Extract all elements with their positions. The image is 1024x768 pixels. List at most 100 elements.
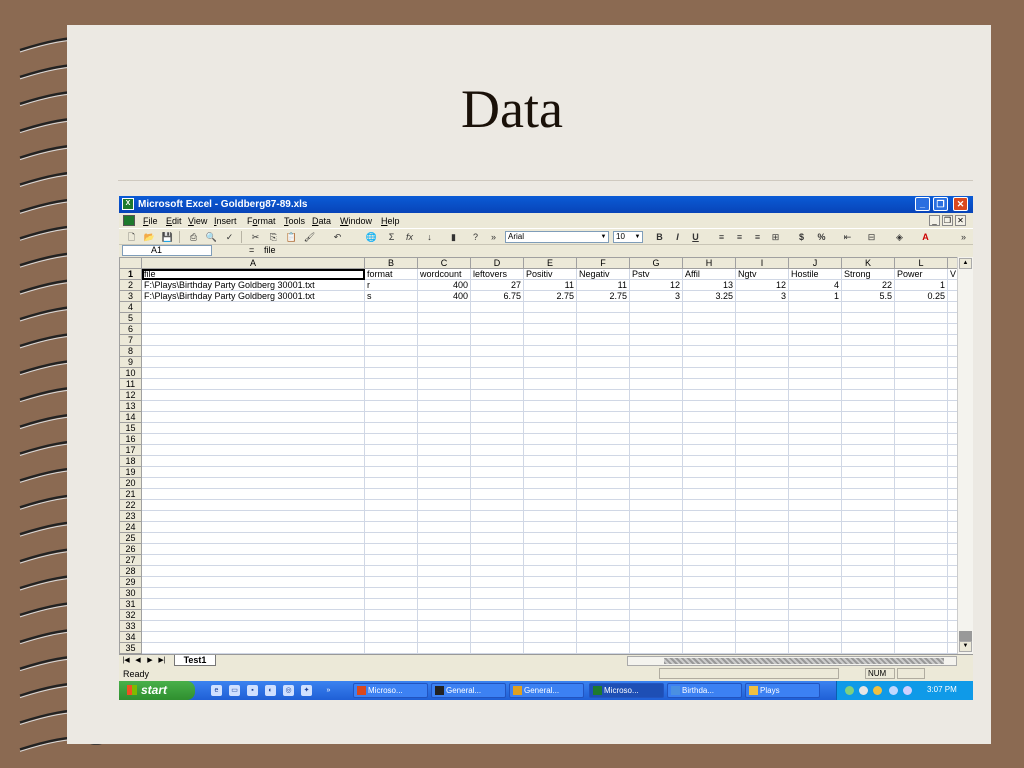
new-icon[interactable]: 🗋 [125,231,138,243]
row-header[interactable]: 16 [119,433,142,445]
font-name-select[interactable]: Arial ▼ [505,231,609,243]
cell[interactable] [735,532,789,544]
cell[interactable] [894,400,948,412]
cell[interactable] [523,532,577,544]
cell[interactable]: 22 [841,279,895,291]
open-icon[interactable]: 📂 [143,231,156,243]
cell[interactable] [523,400,577,412]
cell[interactable]: Pstv [629,268,683,280]
cell[interactable] [682,400,736,412]
cell[interactable] [894,422,948,434]
cell[interactable] [141,521,365,533]
currency-button[interactable]: $ [795,231,808,243]
cell[interactable] [141,488,365,500]
taskbar-task-button[interactable]: Plays [745,683,820,698]
cell[interactable] [470,312,524,324]
cell[interactable] [576,466,630,478]
cell[interactable] [788,389,842,401]
cell[interactable] [576,554,630,566]
cell[interactable] [735,312,789,324]
cell[interactable] [523,312,577,324]
cell[interactable] [417,301,471,313]
row-header[interactable]: 15 [119,422,142,434]
cell[interactable] [735,466,789,478]
row-header[interactable]: 8 [119,345,142,357]
cell[interactable] [576,400,630,412]
row-header[interactable]: 17 [119,444,142,456]
taskbar-task-button[interactable]: General... [509,683,584,698]
cell[interactable]: Hostile [788,268,842,280]
cell[interactable] [735,378,789,390]
cell[interactable] [417,389,471,401]
taskbar-task-button[interactable]: Microso... [589,683,664,698]
cell[interactable] [417,499,471,511]
tray-network-icon[interactable] [845,686,854,695]
cell[interactable] [364,444,418,456]
cell[interactable] [576,609,630,621]
cell[interactable] [735,334,789,346]
cell[interactable] [523,587,577,599]
cell[interactable] [141,422,365,434]
cell[interactable] [576,620,630,632]
cell[interactable] [470,345,524,357]
cell[interactable] [894,488,948,500]
cell[interactable]: F:\Plays\Birthday Party Goldberg 30001.t… [141,290,365,302]
cell[interactable] [894,444,948,456]
column-header[interactable]: J [788,257,842,269]
cell[interactable] [417,433,471,445]
row-header[interactable]: 12 [119,389,142,401]
cell[interactable] [470,609,524,621]
cell[interactable] [629,345,683,357]
cell[interactable] [682,609,736,621]
cell[interactable] [576,455,630,467]
cell[interactable] [682,323,736,335]
chart-wizard-icon[interactable]: ▮ [447,231,460,243]
row-header[interactable]: 26 [119,543,142,555]
row-header[interactable]: 19 [119,466,142,478]
cell[interactable] [682,488,736,500]
cell[interactable] [141,510,365,522]
cell[interactable] [417,521,471,533]
cell[interactable] [841,620,895,632]
cell[interactable]: r [364,279,418,291]
doc-restore-button[interactable]: ❐ [942,215,953,226]
cell[interactable] [141,587,365,599]
row-header[interactable]: 21 [119,488,142,500]
cell[interactable] [470,477,524,489]
row-header[interactable]: 34 [119,631,142,643]
cell[interactable] [364,400,418,412]
cell[interactable] [788,554,842,566]
cell[interactable] [576,543,630,555]
cell[interactable] [141,367,365,379]
column-header[interactable]: L [894,257,948,269]
workbook-icon[interactable] [123,215,135,226]
cell[interactable] [470,334,524,346]
cell[interactable] [417,411,471,423]
cell[interactable] [141,301,365,313]
cell[interactable] [470,400,524,412]
copy-icon[interactable]: ⎘ [267,231,280,243]
cell[interactable] [788,565,842,577]
cell[interactable] [788,334,842,346]
cell[interactable] [788,422,842,434]
cell[interactable] [682,334,736,346]
minimize-button[interactable]: _ [915,197,930,211]
cell[interactable] [841,455,895,467]
cell[interactable] [735,499,789,511]
name-box[interactable]: A1 [122,245,212,256]
cell[interactable] [841,378,895,390]
cell[interactable] [841,576,895,588]
cell[interactable] [576,389,630,401]
column-header[interactable]: K [841,257,895,269]
cell[interactable]: 2.75 [523,290,577,302]
cell[interactable] [841,411,895,423]
cell[interactable] [364,631,418,643]
cell[interactable] [841,334,895,346]
cell[interactable] [141,334,365,346]
format-painter-icon[interactable]: 🖌 [303,231,316,243]
help-icon[interactable]: ? [469,231,482,243]
cell[interactable] [417,488,471,500]
tray-app-icon[interactable] [859,686,868,695]
cell[interactable] [364,466,418,478]
cell[interactable] [417,477,471,489]
